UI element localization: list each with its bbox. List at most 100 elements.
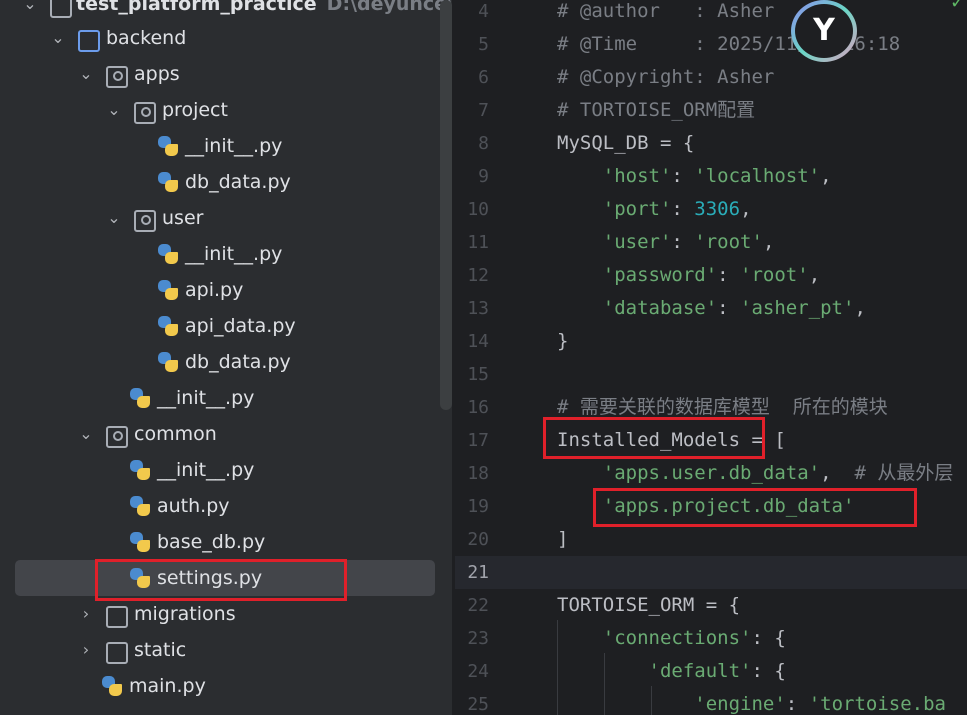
code-line[interactable]: 4 # @author : Asher <box>455 0 967 28</box>
code-string: 'password' <box>602 264 718 286</box>
code-string: 'tortoise.ba <box>808 693 946 715</box>
tree-item-static[interactable]: › static <box>0 632 440 668</box>
code-text: 'user': 'root', <box>557 226 775 259</box>
package-folder-icon <box>106 426 128 448</box>
package-folder-icon <box>106 66 128 88</box>
line-number: 22 <box>467 595 489 616</box>
folder-icon <box>106 642 128 664</box>
tree-item-common[interactable]: ⌄ common <box>0 416 440 452</box>
python-file-icon <box>157 351 179 373</box>
code-editor[interactable]: 4 # @author : Asher 5 # @Time : 2025/11/16 … <box>455 0 967 715</box>
code-text: 'connections': { <box>557 622 786 655</box>
folder-icon <box>50 0 72 18</box>
line-number: 7 <box>478 100 489 121</box>
chevron-down-icon[interactable]: ⌄ <box>78 56 94 92</box>
code-line[interactable]: 23 'connections': { <box>455 622 967 655</box>
code-token: , <box>762 231 775 253</box>
tree-item-user[interactable]: ⌄ user <box>0 200 440 236</box>
python-file-icon <box>157 279 179 301</box>
python-file-icon <box>157 171 179 193</box>
code-token: : <box>717 297 741 319</box>
code-line[interactable]: 6 # @Copyright: Asher <box>455 61 967 94</box>
code-text: 'host': 'localhost', <box>557 160 832 193</box>
tree-item-api-data-py[interactable]: api_data.py <box>0 308 440 344</box>
code-token: : { <box>751 627 786 649</box>
tree-item-api-py[interactable]: api.py <box>0 272 440 308</box>
line-number: 8 <box>478 133 489 154</box>
tree-item-label: __init__.py <box>157 387 255 409</box>
code-comment: # 需要关联的数据库模型 所在的模块 <box>557 396 888 418</box>
tree-item-main-py[interactable]: main.py <box>0 668 440 704</box>
python-file-icon <box>157 315 179 337</box>
tree-item-project[interactable]: ⌄ project <box>0 92 440 128</box>
code-string: 'database' <box>602 297 718 319</box>
code-line[interactable]: 7 # TORTOISE_ORM配置 <box>455 94 967 127</box>
code-line[interactable]: 18 'apps.user.db_data', # 从最外层 <box>455 457 967 490</box>
tree-scrollbar[interactable] <box>440 0 452 410</box>
line-number: 21 <box>467 562 489 583</box>
code-line[interactable]: 25 'engine': 'tortoise.ba <box>455 688 967 715</box>
code-string: 'connections' <box>602 627 752 649</box>
chevron-down-icon[interactable]: ⌄ <box>50 20 66 56</box>
chevron-down-icon[interactable]: ⌄ <box>78 416 94 452</box>
python-logo-yellow <box>165 180 178 192</box>
tree-item-init-py[interactable]: __init__.py <box>0 452 440 488</box>
tree-item-db-data-py[interactable]: db_data.py <box>0 164 440 200</box>
code-line[interactable]: 11 'user': 'root', <box>455 226 967 259</box>
tree-item-init-py[interactable]: __init__.py <box>0 128 440 164</box>
code-line[interactable]: 13 'database': 'asher_pt', <box>455 292 967 325</box>
line-number: 15 <box>467 364 489 385</box>
assistant-logo-icon[interactable]: Y <box>791 0 857 62</box>
code-line[interactable]: 24 'default': { <box>455 655 967 688</box>
python-logo-yellow <box>165 288 178 300</box>
code-text: TORTOISE_ORM = { <box>557 589 740 622</box>
code-line[interactable]: 5 # @Time : 2025/11/16 16:18 <box>455 28 967 61</box>
chevron-right-icon[interactable]: › <box>78 632 94 668</box>
tree-item-auth-py[interactable]: auth.py <box>0 488 440 524</box>
python-file-icon <box>129 459 151 481</box>
code-line[interactable]: 8 MySQL_DB = { <box>455 127 967 160</box>
tree-item-base-db-py[interactable]: base_db.py <box>0 524 440 560</box>
line-number: 5 <box>478 34 489 55</box>
chevron-down-icon[interactable]: ⌄ <box>22 0 38 22</box>
code-line[interactable]: 9 'host': 'localhost', <box>455 160 967 193</box>
chevron-down-icon[interactable]: ⌄ <box>106 92 122 128</box>
line-number: 23 <box>467 628 489 649</box>
tree-item-label: __init__.py <box>157 459 255 481</box>
code-string: 'engine' <box>694 693 786 715</box>
chevron-down-icon[interactable]: ⌄ <box>106 200 122 236</box>
code-token: ] <box>557 528 569 550</box>
code-line[interactable]: 15 <box>455 358 967 391</box>
code-text: 'apps.user.db_data', # 从最外层 <box>557 457 954 490</box>
tree-item-migrations[interactable]: › migrations <box>0 596 440 632</box>
tree-item-label: project <box>162 99 228 121</box>
code-token: : <box>717 264 741 286</box>
line-number: 9 <box>478 166 489 187</box>
code-token: } <box>557 330 569 352</box>
code-line[interactable]: 10 'port': 3306, <box>455 193 967 226</box>
tree-item-label: common <box>134 423 217 445</box>
code-line[interactable]: 12 'password': 'root', <box>455 259 967 292</box>
tree-item-label: __init__.py <box>185 243 283 265</box>
code-line[interactable]: 20] <box>455 523 967 556</box>
chevron-right-icon[interactable]: › <box>78 596 94 632</box>
python-file-icon <box>129 495 151 517</box>
code-line[interactable]: 14} <box>455 325 967 358</box>
tree-item-backend[interactable]: ⌄ backend <box>0 20 440 56</box>
tree-item-db-data-py[interactable]: db_data.py <box>0 344 440 380</box>
code-string: 'root' <box>694 231 763 253</box>
folder-icon <box>78 30 100 52</box>
tree-item-label: auth.py <box>157 495 230 517</box>
code-token: , <box>820 165 832 187</box>
highlight-installed-models <box>543 417 765 459</box>
code-text: MySQL_DB = { <box>557 127 694 160</box>
tree-item-init-py[interactable]: __init__.py <box>0 380 440 416</box>
tree-item-apps[interactable]: ⌄ apps <box>0 56 440 92</box>
code-line[interactable]: 21 <box>455 556 967 589</box>
tree-item-init-py[interactable]: __init__.py <box>0 236 440 272</box>
code-line[interactable]: 22 TORTOISE_ORM = { <box>455 589 967 622</box>
tree-root-row[interactable]: ⌄ test_platform_practiceD:\deyunce\test_… <box>0 0 452 22</box>
indent-guide <box>651 686 652 715</box>
